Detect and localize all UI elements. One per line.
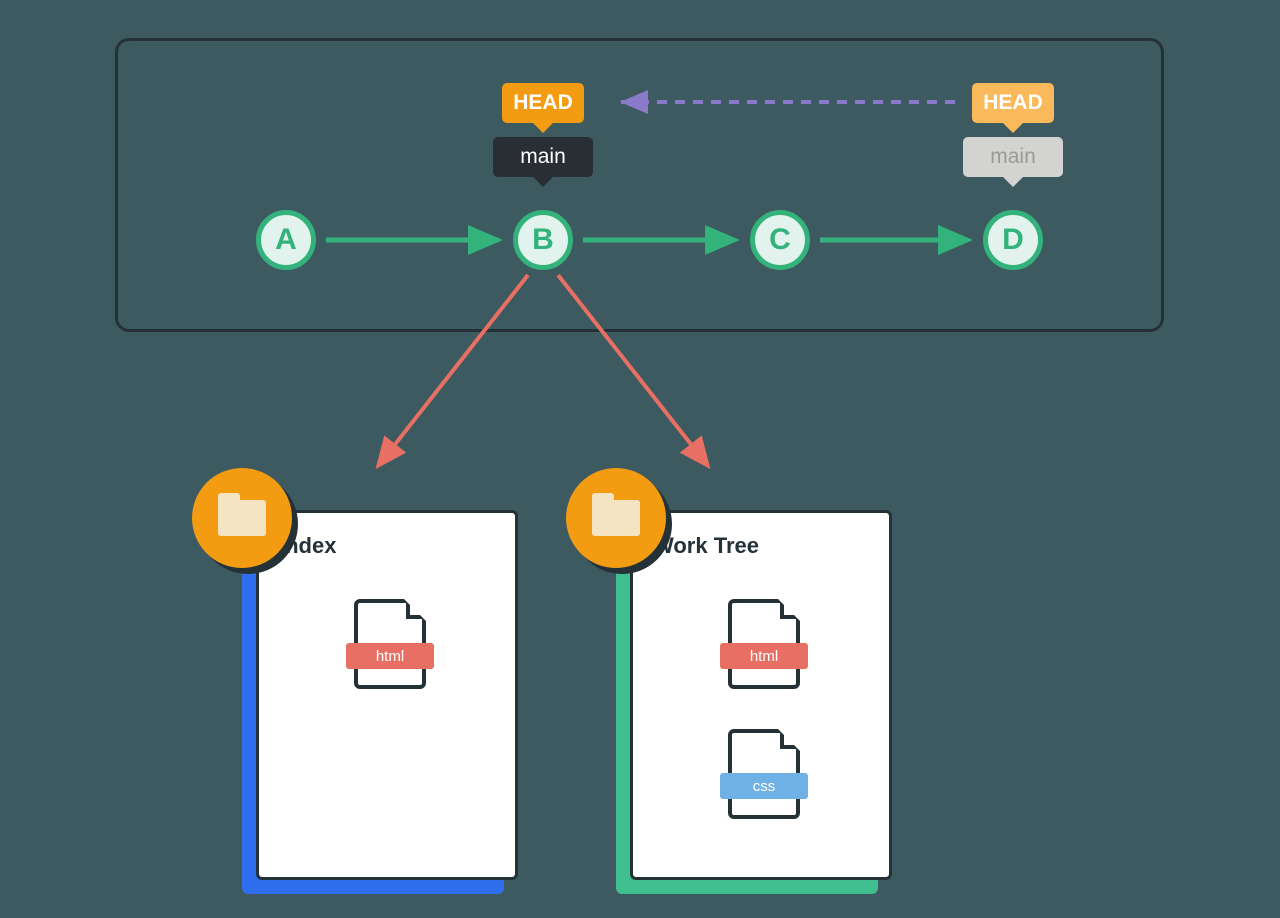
commit-b: B (513, 210, 573, 270)
folder-icon (592, 500, 640, 536)
file-label-html: html (346, 643, 434, 669)
folder-icon (218, 500, 266, 536)
file-label-css: css (720, 773, 808, 799)
index-folder-badge (192, 468, 292, 568)
commit-c: C (750, 210, 810, 270)
worktree-file-css: css (728, 729, 800, 819)
worktree-file-html: html (728, 599, 800, 689)
commit-d: D (983, 210, 1043, 270)
worktree-panel-front: Work Tree html css (630, 510, 892, 880)
index-file-html: html (354, 599, 426, 689)
main-tag-active: main (493, 137, 593, 177)
file-label-html: html (720, 643, 808, 669)
commit-a: A (256, 210, 316, 270)
head-tag-active: HEAD (502, 83, 584, 123)
index-panel-front: Index html (256, 510, 518, 880)
head-tag-faded: HEAD (972, 83, 1054, 123)
main-tag-faded: main (963, 137, 1063, 177)
diagram-canvas: HEAD main HEAD main A B C D Index html W… (0, 0, 1280, 918)
worktree-folder-badge (566, 468, 666, 568)
